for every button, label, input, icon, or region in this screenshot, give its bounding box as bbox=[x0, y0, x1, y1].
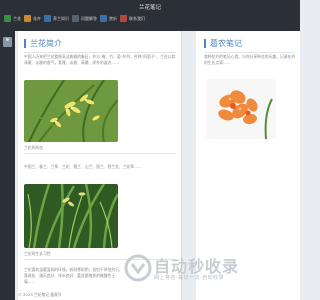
side-text: 栽种花卉的笔记心得，与你分享种花的乐趣，记录花卉的生长点滴…… bbox=[204, 54, 296, 65]
section-text: 兰花喜欢温暖湿润的环境，较耐寒耐阴，但怕干旱怕烈日，喜疏松、通风良好、排水良好、… bbox=[24, 267, 123, 284]
book-icon bbox=[44, 15, 51, 22]
flower-icon bbox=[4, 15, 11, 22]
top-bar: 兰花笔记 兰花 花卉 养兰知识 问题解答 赏析 联系我们 bbox=[0, 0, 300, 31]
divider bbox=[204, 52, 294, 53]
nav-item-qa[interactable]: 问题解答 bbox=[72, 14, 97, 23]
orchid-photo-2 bbox=[24, 184, 118, 248]
divider bbox=[24, 52, 176, 53]
nav-item-flowers[interactable]: 花卉 bbox=[24, 14, 41, 23]
image-caption: 兰花的生长习性 bbox=[24, 251, 51, 256]
nav-item-orchid[interactable]: 兰花 bbox=[4, 14, 21, 23]
nav-item-label: 联系我们 bbox=[129, 15, 145, 21]
watermark-subtitle: 网上排名·来访一次·自动收录 bbox=[154, 275, 225, 281]
image-caption: 兰花的形态 bbox=[24, 145, 43, 150]
orchid-photo-1 bbox=[24, 80, 118, 142]
plant-icon bbox=[24, 15, 31, 22]
main-nav: 兰花 花卉 养兰知识 问题解答 赏析 联系我们 bbox=[4, 14, 145, 23]
avatar[interactable] bbox=[3, 37, 12, 47]
divider bbox=[24, 153, 176, 154]
question-icon bbox=[72, 15, 79, 22]
side-flower-photo bbox=[206, 79, 276, 139]
nav-item-label: 养兰知识 bbox=[53, 15, 69, 21]
nav-item-label: 赏析 bbox=[109, 15, 117, 21]
contact-icon bbox=[120, 15, 127, 22]
side-strip bbox=[0, 31, 15, 300]
watermark-logo: 自动秒收录 网上排名·来访一次·自动收录 bbox=[124, 250, 294, 290]
site-title[interactable]: 兰花笔记 bbox=[0, 3, 300, 11]
nav-item-gallery[interactable]: 赏析 bbox=[100, 14, 117, 23]
orchid-photo-2-svg bbox=[24, 184, 118, 248]
intro-text: 中国人历来把兰花看做高洁典雅的象征，并与"梅、竹、菊"并列，合称"四君子"，兰花… bbox=[24, 54, 176, 65]
nav-item-label: 兰花 bbox=[13, 15, 21, 21]
side-section-title: 葛农笔记 bbox=[204, 39, 242, 48]
nav-item-label: 花卉 bbox=[33, 15, 41, 21]
logo-icon bbox=[124, 254, 152, 282]
image-icon bbox=[100, 15, 107, 22]
nav-item-label: 问题解答 bbox=[81, 15, 97, 21]
orchid-photo-1-svg bbox=[24, 80, 118, 142]
footer-text[interactable]: © 2023 兰花笔记 备案号 bbox=[18, 292, 62, 298]
side-flower-photo-svg bbox=[206, 79, 276, 139]
nav-item-contact[interactable]: 联系我们 bbox=[120, 14, 145, 23]
section-title: 兰花简介 bbox=[24, 39, 62, 48]
nav-item-care[interactable]: 养兰知识 bbox=[44, 14, 69, 23]
section-text: 中国兰、春兰、兰草、兰花、蕙兰、山兰、国兰、野兰花、兰花草…… bbox=[24, 164, 142, 169]
